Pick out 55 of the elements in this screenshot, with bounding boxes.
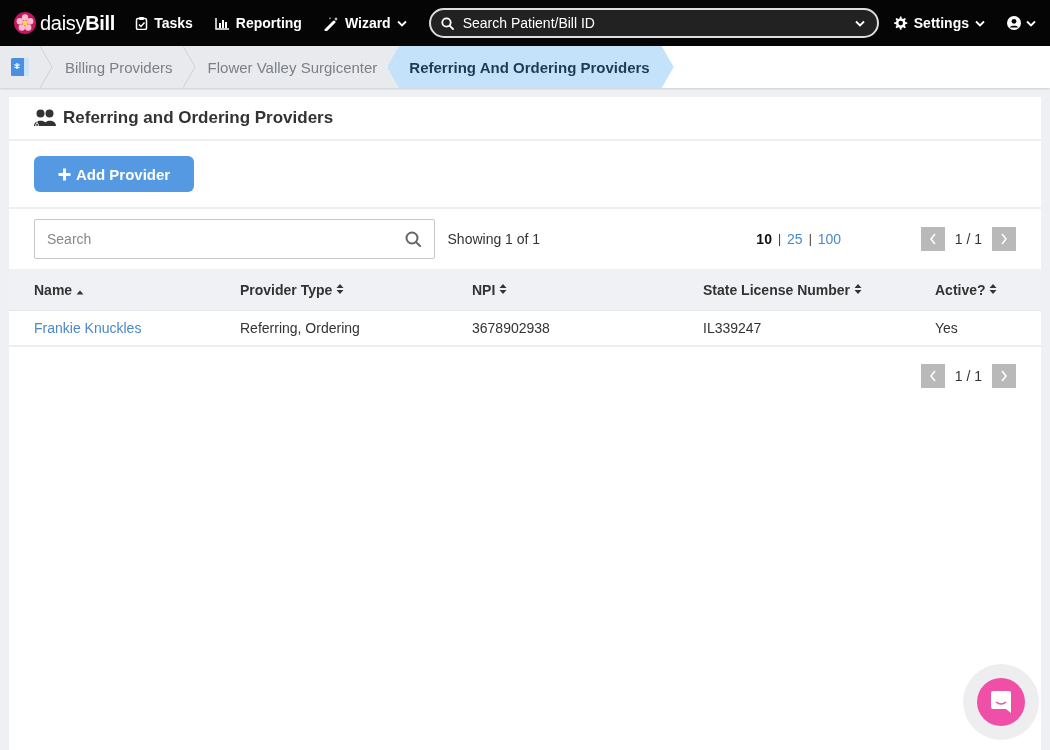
clipboard-check-icon [135,16,149,30]
address-book-icon [10,57,30,77]
breadcrumb-separator-icon [40,46,53,88]
nav-link[interactable]: Tasks [135,15,193,31]
column-header[interactable]: NPI [447,269,678,311]
table-cell: Yes [935,320,958,336]
table-cell: 3678902938 [472,320,550,336]
table-cell: IL339247 [703,320,762,336]
user-group-icon [34,109,57,127]
panel-title: Referring and Ordering Providers [63,108,334,128]
patient-search-field[interactable]: Search Patient/Bill ID [428,8,879,38]
chevron-down-icon [396,19,407,27]
table-cell: Referring, Ordering [240,320,360,336]
user-menu[interactable] [1007,16,1036,30]
next-page-button[interactable] [992,364,1016,388]
chevron-right-icon [1000,370,1008,382]
chat-bubble-icon [991,691,1011,713]
provider-name-link[interactable]: Frankie Knuckles [34,320,142,336]
breadcrumb-item[interactable]: Referring And Ordering Providers [387,46,674,88]
previous-page-button[interactable] [920,364,945,388]
plus-icon [58,167,71,181]
settings-menu[interactable]: Settings [892,15,985,31]
chevron-left-icon [928,370,937,382]
nav-link[interactable]: Wizard [323,15,407,31]
brand-logo-text: daisyBill [40,11,116,35]
nav-link[interactable]: Reporting [214,15,302,31]
column-header[interactable]: Name [9,269,215,311]
gear-icon [892,16,908,30]
search-icon [404,231,421,247]
separator-text: | [808,232,812,246]
column-header[interactable]: Active? [910,269,1041,311]
breadcrumb-separator-icon [182,46,196,88]
page-indicator: 1 / 1 [954,231,982,247]
page-size-option[interactable]: 100 [817,231,842,247]
search-icon [440,17,454,30]
search-field[interactable]: Search [34,219,435,259]
user-avatar-icon [1007,16,1021,30]
results-count: Showing 1 of 1 [447,231,542,247]
previous-page-button[interactable] [920,227,945,251]
daisy-logo-icon [14,12,36,34]
separator-text: | [777,232,782,246]
chevron-down-icon [1026,19,1036,27]
column-header[interactable]: State License Number [678,269,910,311]
page-size-option[interactable]: 25 [787,231,803,247]
column-header[interactable]: Provider Type [215,269,447,311]
chevron-left-icon [928,233,937,245]
chat-launcher-button[interactable] [977,678,1025,726]
magic-wand-icon [323,15,339,31]
next-page-button[interactable] [992,227,1016,251]
chevron-down-icon [975,19,985,27]
chevron-right-icon [1000,233,1008,245]
page-size-option[interactable]: 10 [756,231,772,247]
page-indicator: 1 / 1 [954,368,982,384]
chevron-down-icon [854,20,865,27]
bar-chart-icon [214,16,230,30]
